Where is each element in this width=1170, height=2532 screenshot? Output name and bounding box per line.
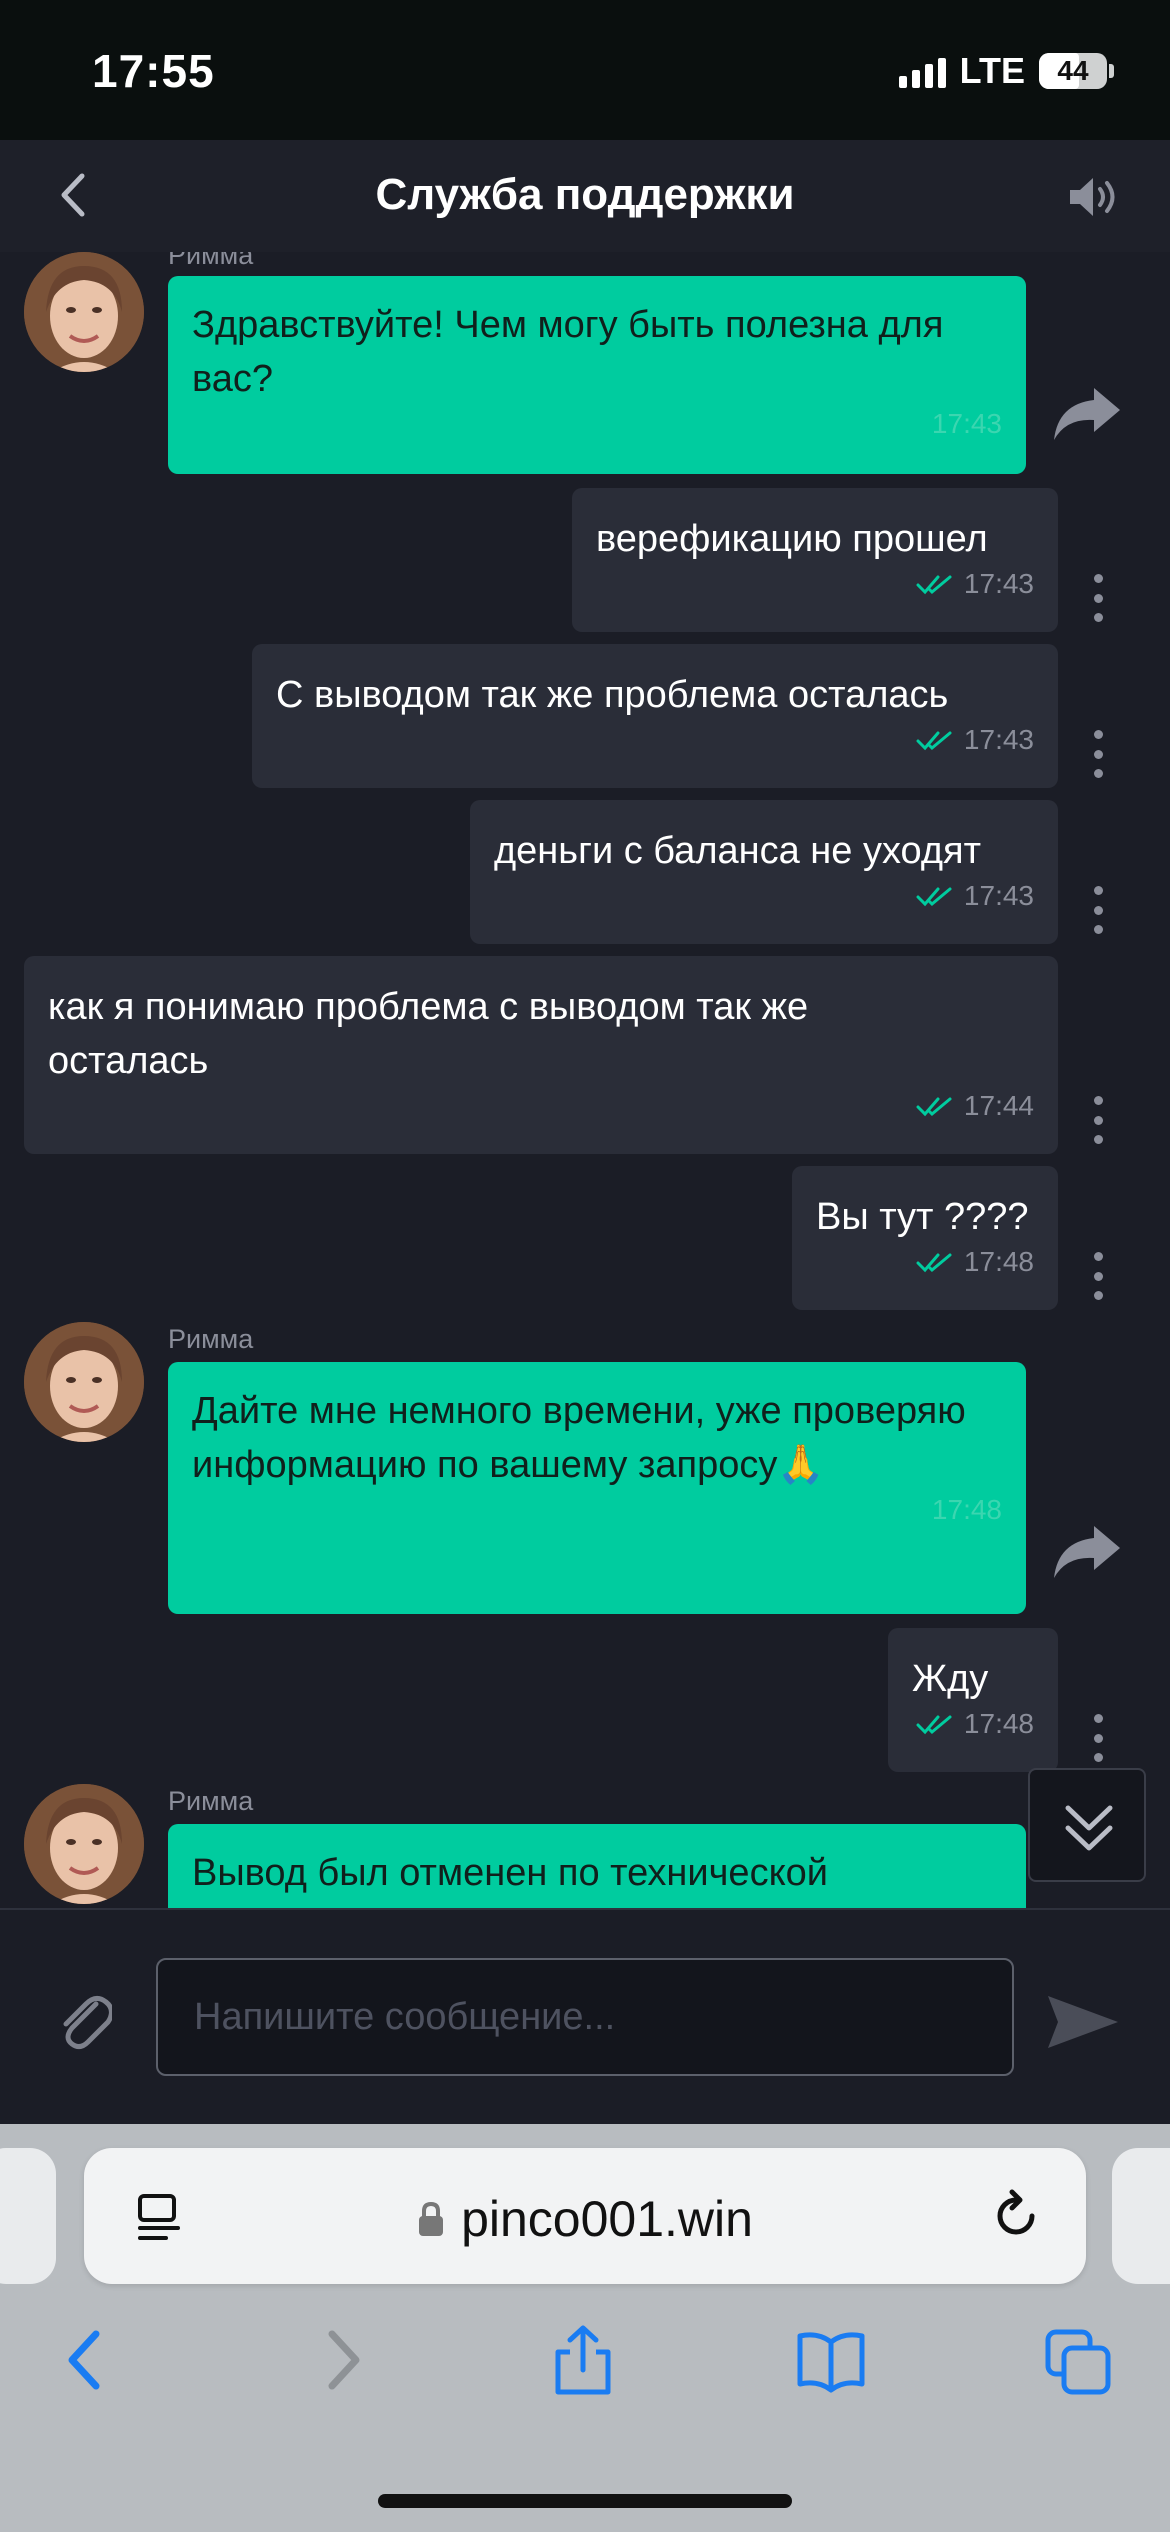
speaker-icon[interactable] [1066,172,1122,222]
message-time: 17:43 [963,568,1034,599]
message-meta: 17:48 [816,1246,1034,1278]
message-time: 17:48 [963,1708,1034,1739]
double-check-icon [916,731,952,751]
message-text: Дайте мне немного времени, уже проверяю … [192,1390,966,1486]
next-tab-preview[interactable] [1112,2148,1170,2284]
message-bubble[interactable]: Вы тут ???? 17:48 [792,1166,1058,1310]
more-options-icon[interactable] [1086,1252,1110,1300]
status-bar: 17:55 LTE 44 [0,0,1170,140]
share-icon[interactable] [548,2324,618,2396]
message-bubble[interactable]: Здравствуйте! Чем могу быть полезна для … [168,276,1026,474]
more-options-icon[interactable] [1086,574,1110,622]
double-check-icon [916,1253,952,1273]
message-text: Вы тут ???? [816,1196,1029,1238]
message-bubble[interactable]: Вывод был отменен по технической [168,1824,1026,1908]
message-time: 17:48 [931,1494,1002,1525]
double-check-icon [916,1715,952,1735]
message-text: Здравствуйте! Чем могу быть полезна для … [192,304,944,400]
more-options-icon[interactable] [1086,730,1110,778]
message-time: 17:43 [963,880,1034,911]
message-time: 17:43 [931,408,1002,439]
message-text: как я понимаю проблема с выводом так же … [48,986,809,1082]
page-title: Служба поддержки [375,170,795,219]
double-check-icon [916,887,952,907]
paperclip-icon[interactable] [56,1990,112,2050]
battery-level: 44 [1057,55,1089,86]
message-meta: 17:43 [192,408,1002,440]
message-text: Жду [912,1658,989,1700]
scroll-to-bottom-button[interactable] [1028,1768,1146,1882]
signal-icon [898,54,946,88]
sender-name: Римма [168,1324,254,1354]
back-icon[interactable] [52,2324,122,2396]
chat-header: Служба поддержки [0,140,1170,252]
message-input[interactable] [156,1958,1014,2076]
send-icon[interactable] [1046,1992,1120,2052]
tabs-icon[interactable] [1044,2324,1114,2396]
message-text: деньги с баланса не уходят [494,830,982,872]
message-time: 17:43 [963,724,1034,755]
message-meta: 17:43 [596,568,1034,600]
browser-toolbar: pinco001.win [0,2124,1170,2532]
reload-icon[interactable] [988,2188,1044,2244]
message-text: С выводом так же проблема осталась [276,674,949,716]
status-time: 17:55 [92,45,215,97]
url-display[interactable]: pinco001.win [84,2190,1086,2248]
more-options-icon[interactable] [1086,1714,1110,1762]
message-bubble[interactable]: С выводом так же проблема осталась 17:43 [252,644,1058,788]
more-options-icon[interactable] [1086,886,1110,934]
message-text: верефикацию прошел [596,518,988,560]
status-indicators: LTE 44 [898,50,1114,92]
double-check-icon [916,1097,952,1117]
message-time: 17:44 [963,1090,1034,1121]
double-chevron-down-icon [1065,1805,1113,1851]
message-time: 17:48 [963,1246,1034,1277]
message-bubble[interactable]: Жду 17:48 [888,1628,1058,1772]
message-composer [0,1908,1170,2124]
message-bubble[interactable]: деньги с баланса не уходят 17:43 [470,800,1058,944]
message-meta: 17:43 [276,724,1034,756]
message-meta: 17:48 [912,1708,1034,1740]
lock-icon [419,2201,444,2236]
bookmarks-icon[interactable] [796,2324,866,2396]
message-text: Вывод был отменен по технической [192,1852,828,1894]
avatar [24,1322,144,1442]
sender-name: Римма [168,1786,254,1816]
avatar [24,252,144,372]
more-options-icon[interactable] [1086,1096,1110,1144]
previous-tab-preview[interactable] [0,2148,56,2284]
message-bubble[interactable]: верефикацию прошел 17:43 [572,488,1058,632]
home-indicator[interactable] [378,2494,792,2508]
avatar [24,1784,144,1904]
browser-nav-row [0,2308,1170,2418]
message-bubble[interactable]: Дайте мне немного времени, уже проверяю … [168,1362,1026,1614]
message-meta: 17:44 [48,1090,1034,1122]
message-meta: 17:43 [494,880,1034,912]
url-text: pinco001.win [461,2191,753,2247]
share-icon[interactable] [1050,384,1122,444]
message-list[interactable]: Римма Здравствуйте! Чем могу быть полезн… [0,252,1170,1908]
message-meta: 17:48 [192,1494,1002,1526]
forward-icon[interactable] [306,2324,376,2396]
address-bar[interactable]: pinco001.win [84,2148,1086,2284]
network-label: LTE [959,50,1025,91]
share-icon[interactable] [1050,1522,1122,1582]
message-bubble[interactable]: как я понимаю проблема с выводом так же … [24,956,1058,1154]
double-check-icon [916,575,952,595]
battery-icon: 44 [1039,53,1107,89]
sender-name: Римма [168,252,254,270]
